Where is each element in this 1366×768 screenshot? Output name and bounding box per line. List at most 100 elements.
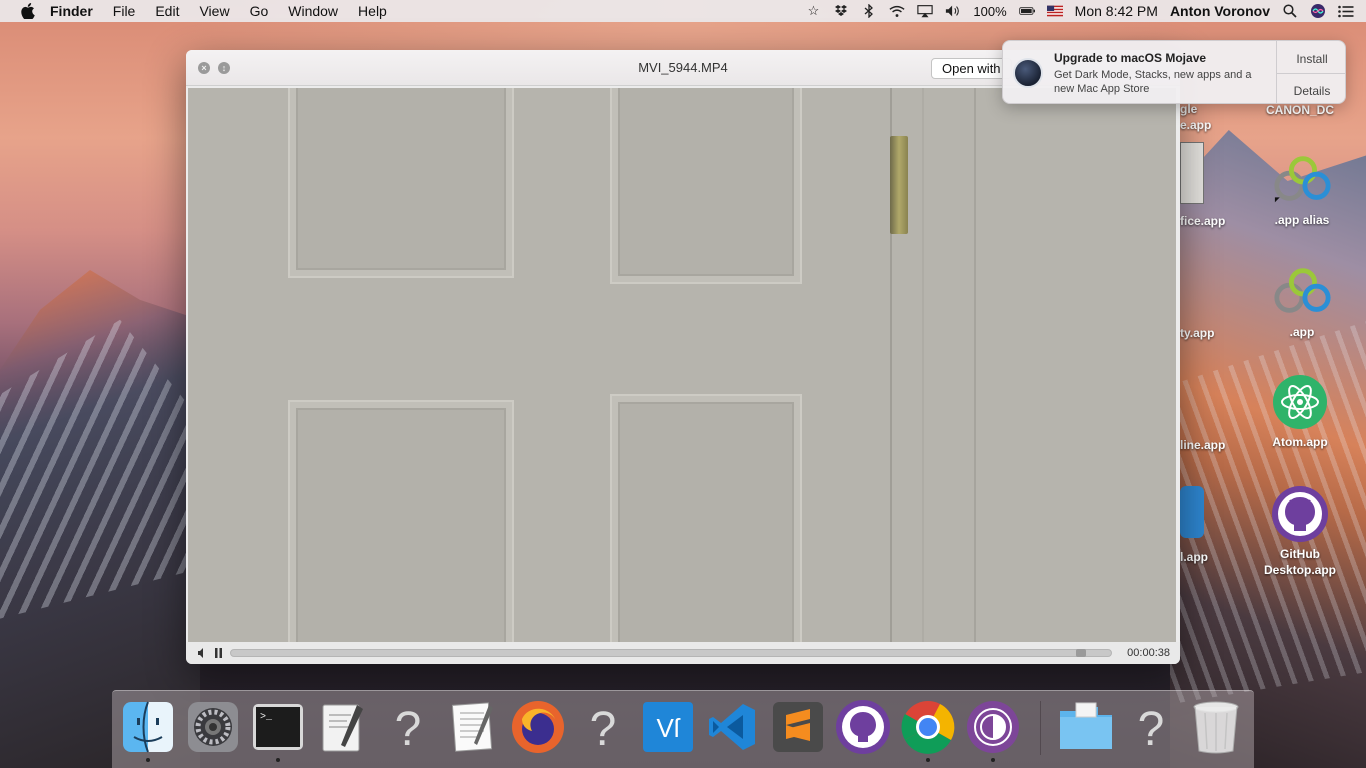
- dock-chrome[interactable]: [900, 699, 956, 762]
- airplay-icon[interactable]: [917, 4, 934, 18]
- pause-icon[interactable]: [212, 647, 224, 659]
- script-editor-icon: [322, 704, 363, 752]
- svg-text:>_: >_: [260, 712, 273, 723]
- partial-icon-blue-app: [1180, 486, 1204, 538]
- scrubber-knob[interactable]: [1076, 649, 1086, 657]
- partial-label-5[interactable]: line.app: [1180, 438, 1225, 452]
- menu-edit[interactable]: Edit: [155, 3, 179, 19]
- apple-menu-icon[interactable]: [20, 3, 36, 19]
- dock-firefox[interactable]: [510, 699, 566, 755]
- vnc-icon: Vſ: [643, 702, 693, 752]
- atom-icon: [1270, 372, 1330, 432]
- star-icon[interactable]: ☆: [805, 3, 821, 18]
- dock-terminal[interactable]: >_: [250, 699, 306, 762]
- trash-icon: [1193, 701, 1239, 754]
- desktop-icon-github-desktop[interactable]: GitHub Desktop.app: [1250, 484, 1350, 578]
- terminal-icon: >_: [253, 704, 303, 750]
- chrome-icon: [901, 701, 955, 754]
- mojave-notification[interactable]: Upgrade to macOS Mojave Get Dark Mode, S…: [1002, 40, 1346, 104]
- user-name[interactable]: Anton Voronov: [1170, 3, 1270, 19]
- volume-icon[interactable]: [945, 4, 961, 18]
- partial-label-4[interactable]: ty.app: [1180, 326, 1214, 340]
- vscode-icon: [709, 704, 755, 750]
- menu-window[interactable]: Window: [288, 3, 338, 19]
- textedit-icon: [451, 702, 493, 752]
- folder-icon: [1060, 702, 1112, 749]
- menu-file[interactable]: File: [113, 3, 136, 19]
- question-mark-icon: ?: [590, 703, 617, 753]
- menu-bar: Finder File Edit View Go Window Help ☆ 1…: [0, 0, 1366, 22]
- spotlight-search-icon[interactable]: [1282, 4, 1298, 18]
- notification-center-icon[interactable]: [1338, 4, 1354, 18]
- notification-body: Get Dark Mode, Stacks, new apps and a ne…: [1054, 69, 1252, 95]
- desktop-icon-atom[interactable]: Atom.app: [1250, 372, 1350, 450]
- dock-textedit[interactable]: [445, 699, 501, 755]
- dock-separator: [1040, 701, 1041, 755]
- dock-downloads-folder[interactable]: [1058, 699, 1114, 755]
- app-icon: [1272, 262, 1332, 322]
- partial-label-2[interactable]: e.app: [1180, 118, 1211, 132]
- svg-text:?: ?: [590, 703, 617, 753]
- menu-go[interactable]: Go: [250, 3, 269, 19]
- dock-script-editor[interactable]: [315, 699, 371, 755]
- wifi-icon[interactable]: [889, 4, 905, 18]
- menu-view[interactable]: View: [199, 3, 229, 19]
- dock-sublime-text[interactable]: [770, 699, 826, 755]
- details-button[interactable]: Details: [1277, 75, 1347, 107]
- door-panel-bottom-right: [610, 394, 802, 642]
- door-panel-top-left: [288, 88, 514, 278]
- dock: >_ ? ? Vſ ?: [112, 690, 1254, 768]
- dock-finder[interactable]: [120, 699, 176, 762]
- desktop-icon-app[interactable]: .app: [1252, 262, 1352, 340]
- github-desktop-icon: [1270, 484, 1330, 544]
- notification-title: Upgrade to macOS Mojave: [1054, 51, 1207, 65]
- partial-label-3[interactable]: fice.app: [1180, 214, 1225, 228]
- us-flag-icon[interactable]: [1046, 4, 1063, 18]
- github-desktop-icon: [836, 700, 890, 754]
- open-with-button[interactable]: Open with: [931, 58, 1012, 79]
- dock-system-preferences[interactable]: [185, 699, 241, 755]
- partial-icon-libreoffice: [1180, 142, 1204, 204]
- dock-vscode[interactable]: [705, 699, 761, 755]
- svg-text:?: ?: [395, 703, 422, 753]
- volume-icon[interactable]: [196, 647, 208, 659]
- dock-github-desktop[interactable]: [835, 699, 891, 755]
- battery-percent[interactable]: 100%: [973, 4, 1006, 19]
- video-frame[interactable]: [188, 88, 1176, 642]
- playback-scrubber[interactable]: [230, 649, 1112, 657]
- dock-vnc-viewer[interactable]: Vſ: [640, 699, 696, 755]
- question-mark-icon: ?: [1138, 703, 1165, 753]
- finder-icon: [123, 701, 173, 753]
- desktop-icon-app-alias[interactable]: .app alias: [1252, 150, 1352, 228]
- app-alias-icon: [1272, 150, 1332, 210]
- partial-label-1[interactable]: gle: [1180, 102, 1197, 116]
- install-button[interactable]: Install: [1277, 43, 1347, 75]
- quicklook-window: × ↕ MVI_5944.MP4 Open with 00:00:38: [186, 50, 1180, 664]
- dock-unknown-app-1[interactable]: ?: [380, 699, 436, 755]
- menu-finder[interactable]: Finder: [50, 3, 93, 19]
- question-mark-icon: ?: [395, 703, 422, 753]
- dock-trash[interactable]: [1188, 699, 1244, 755]
- svg-text:Vſ: Vſ: [656, 713, 680, 743]
- dock-unknown-app-2[interactable]: ?: [575, 699, 631, 755]
- dropbox-icon[interactable]: [833, 4, 849, 18]
- svg-text:?: ?: [1138, 703, 1165, 753]
- door-panel-bottom-left: [288, 400, 514, 642]
- partial-label-6[interactable]: l.app: [1180, 550, 1208, 564]
- clock[interactable]: Mon 8:42 PM: [1075, 3, 1158, 19]
- playback-controls: 00:00:38: [186, 642, 1180, 664]
- bluetooth-icon[interactable]: [861, 4, 877, 18]
- gear-icon: [188, 702, 238, 752]
- dock-tor-browser[interactable]: [965, 699, 1021, 762]
- firefox-icon: [512, 701, 564, 753]
- sublime-text-icon: [773, 702, 823, 752]
- siri-icon[interactable]: [1310, 4, 1326, 18]
- playback-time: 00:00:38: [1127, 647, 1170, 659]
- door-panel-top-right: [610, 88, 802, 284]
- menu-help[interactable]: Help: [358, 3, 387, 19]
- tor-browser-icon: [967, 701, 1019, 753]
- door-hinge: [890, 136, 908, 234]
- dock-unknown-app-3[interactable]: ?: [1123, 699, 1179, 755]
- battery-icon[interactable]: [1018, 4, 1035, 18]
- macos-mojave-icon: [1013, 58, 1043, 88]
